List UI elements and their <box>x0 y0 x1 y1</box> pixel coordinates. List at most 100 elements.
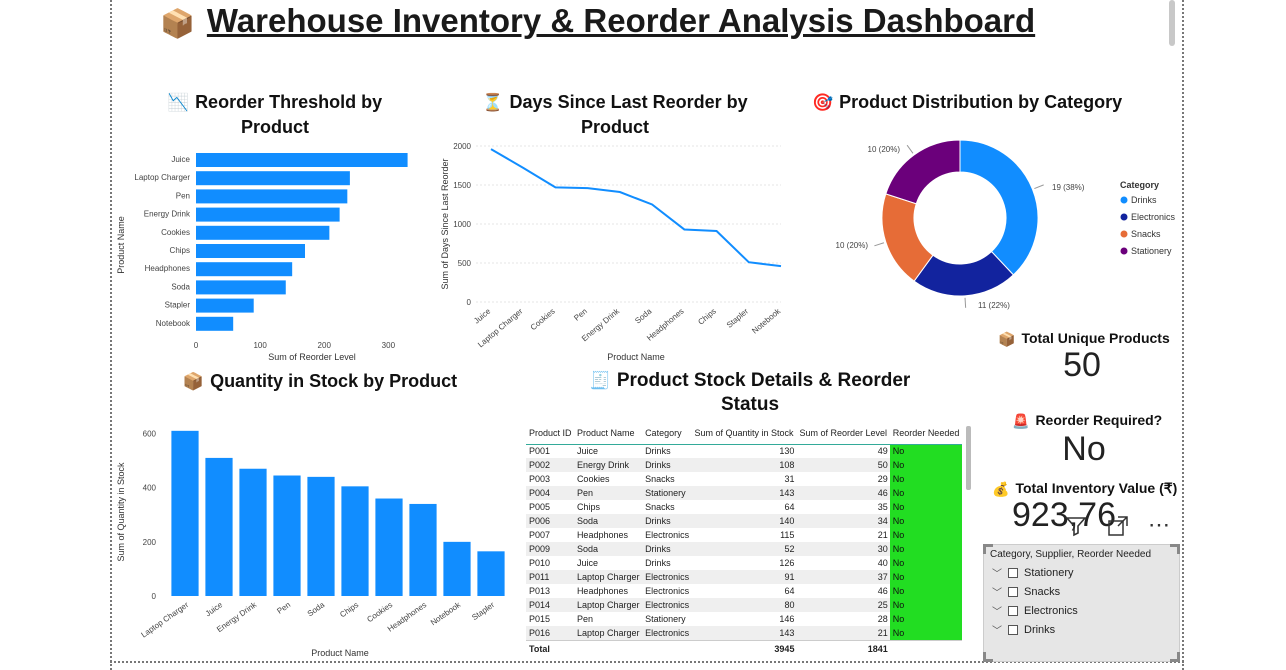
reorder-threshold-chart[interactable]: Juice Laptop Charger Pen Energy Drink Cookie… <box>112 140 412 370</box>
table-row[interactable]: P014 Laptop Charger Electronics 80 25 No <box>526 598 962 612</box>
table-cell: Laptop Charger <box>573 626 643 640</box>
total-cell <box>642 639 692 658</box>
legend-marker <box>1120 230 1128 238</box>
bar[interactable] <box>196 316 234 331</box>
bar[interactable] <box>196 280 286 295</box>
bar[interactable] <box>443 541 471 596</box>
table-header-row: Product ID Product Name Category Sum of … <box>526 424 962 445</box>
quantity-chart[interactable]: 0200400600Laptop Charger JuiceEnergy Drin… <box>112 416 512 662</box>
tick-label: Stapler <box>725 306 750 329</box>
tick-label: Laptop Charger <box>139 600 190 639</box>
resize-handle[interactable] <box>1170 544 1180 554</box>
leader-line <box>1034 184 1044 190</box>
bar[interactable] <box>307 476 335 596</box>
table-row[interactable]: P006 Soda Drinks 140 34 No <box>526 514 962 528</box>
table-cell: Stationery <box>645 614 686 624</box>
page-scrollbar[interactable] <box>1169 0 1175 46</box>
table-cell: Drinks <box>645 446 671 457</box>
chevron-down-icon[interactable]: ﹀ <box>992 622 1002 637</box>
table-cell: 21 <box>796 626 890 640</box>
checkbox[interactable] <box>1008 586 1018 597</box>
more-options-icon[interactable]: ⋯ <box>1148 512 1170 538</box>
table-row[interactable]: P007 Headphones Electronics 115 21 No <box>526 528 962 542</box>
chevron-down-icon[interactable]: ﹀ <box>992 584 1002 599</box>
table-cell: P006 <box>526 514 574 528</box>
distribution-chart[interactable]: 19 (38%) 11 (22%) 10 (20%) 10 (20%) Category… <box>820 130 1180 315</box>
table-cell: 35 <box>877 502 888 512</box>
slicer-title: Category, Supplier, Reorder Needed <box>990 549 1152 560</box>
bar[interactable] <box>477 551 505 596</box>
column-header-reorder-needed[interactable]: Reorder Needed <box>889 424 962 445</box>
table-row[interactable]: P003 Cookies Snacks 31 29 No <box>526 472 962 486</box>
column-header-reorder-level[interactable]: Sum of Reorder Level <box>796 424 890 445</box>
bar[interactable] <box>171 430 199 596</box>
slicer-item-electronics[interactable]: ﹀ Electronics <box>992 603 1078 619</box>
table-row[interactable]: P016 Laptop Charger Electronics 143 21 No <box>526 626 962 640</box>
table-row[interactable]: P015 Pen Stationery 146 28 No <box>526 612 962 626</box>
table-row[interactable]: P011 Laptop Charger Electronics 91 37 No <box>526 570 962 584</box>
bar[interactable] <box>341 486 369 596</box>
slicer-item-stationery[interactable]: ﹀ Stationery <box>992 565 1074 581</box>
table-row[interactable]: P002 Energy Drink Drinks 108 50 No <box>526 458 962 472</box>
table-cell: Electronics <box>642 570 692 584</box>
bar[interactable] <box>239 468 267 596</box>
table-cell: 46 <box>796 486 890 500</box>
tick-label: 0 <box>467 298 472 307</box>
table-cell: 115 <box>780 530 795 540</box>
bar[interactable] <box>196 207 340 222</box>
filter-icon[interactable] <box>1064 514 1088 544</box>
bar[interactable] <box>196 171 350 186</box>
table-row[interactable]: P010 Juice Drinks 126 40 No <box>526 556 962 570</box>
bar[interactable] <box>196 189 348 204</box>
package-icon: 📦 <box>998 330 1016 347</box>
stock-details-table[interactable]: Product ID Product Name Category Sum of … <box>526 424 962 658</box>
tick-label: 1000 <box>453 220 471 229</box>
pie-slice[interactable] <box>959 139 1039 276</box>
table-row[interactable]: P005 Chips Snacks 64 35 No <box>526 500 962 514</box>
table-row[interactable]: P001 Juice Drinks 130 49 No <box>526 444 962 458</box>
table-row[interactable]: P004 Pen Stationery 143 46 No <box>526 486 962 500</box>
column-header-category[interactable]: Category <box>642 424 692 445</box>
series-line <box>490 148 782 268</box>
table-cell: 46 <box>877 586 888 596</box>
package-icon: 📦 <box>182 372 205 392</box>
table-cell: 140 <box>691 514 797 528</box>
chevron-down-icon[interactable]: ﹀ <box>992 565 1002 580</box>
bar[interactable] <box>196 244 305 258</box>
table-scrollbar[interactable] <box>966 426 971 490</box>
bar[interactable] <box>375 498 403 596</box>
bar[interactable] <box>196 262 293 277</box>
focus-mode-icon[interactable] <box>1106 514 1130 544</box>
table-cell: Chips <box>576 502 600 512</box>
bar[interactable] <box>196 298 254 313</box>
checkbox[interactable] <box>1008 624 1018 635</box>
bar[interactable] <box>196 225 330 240</box>
slicer-item-snacks[interactable]: ﹀ Snacks <box>992 584 1060 600</box>
table-cell: P011 <box>526 570 574 584</box>
resize-handle[interactable] <box>983 652 993 662</box>
table-row[interactable]: P009 Soda Drinks 52 30 No <box>526 542 962 556</box>
resize-handle[interactable] <box>1170 652 1180 662</box>
checkbox[interactable] <box>1008 567 1018 578</box>
column-header-product-id[interactable]: Product ID <box>526 424 574 445</box>
table-row[interactable]: P013 Headphones Electronics 64 46 No <box>526 584 962 598</box>
checkbox[interactable] <box>1008 605 1018 616</box>
tick-label: Chips <box>338 600 360 619</box>
category-slicer[interactable]: Category, Supplier, Reorder Needed ﹀ Stat… <box>983 544 1180 662</box>
table-cell: 28 <box>877 614 888 624</box>
table-cell: P009 <box>526 542 574 556</box>
tick-label: Laptop Charger <box>134 173 190 182</box>
bar[interactable] <box>409 503 437 596</box>
column-header-quantity[interactable]: Sum of Quantity in Stock <box>691 424 797 445</box>
chevron-down-icon[interactable]: ﹀ <box>992 603 1002 618</box>
column-header-product-name[interactable]: Product Name <box>573 424 643 445</box>
bar[interactable] <box>196 153 408 167</box>
slicer-item-drinks[interactable]: ﹀ Drinks <box>992 622 1055 638</box>
tick-label: Cookies <box>161 228 190 237</box>
days-since-chart[interactable]: 0500100015002000JuiceLaptop Charger Cooki… <box>436 138 788 368</box>
resize-handle[interactable] <box>983 544 993 554</box>
dashboard-canvas: 📦 Warehouse Inventory & Reorder Analysis … <box>0 0 1286 670</box>
bar[interactable] <box>273 475 301 596</box>
table-cell: P004 <box>526 486 574 500</box>
bar[interactable] <box>205 457 233 596</box>
